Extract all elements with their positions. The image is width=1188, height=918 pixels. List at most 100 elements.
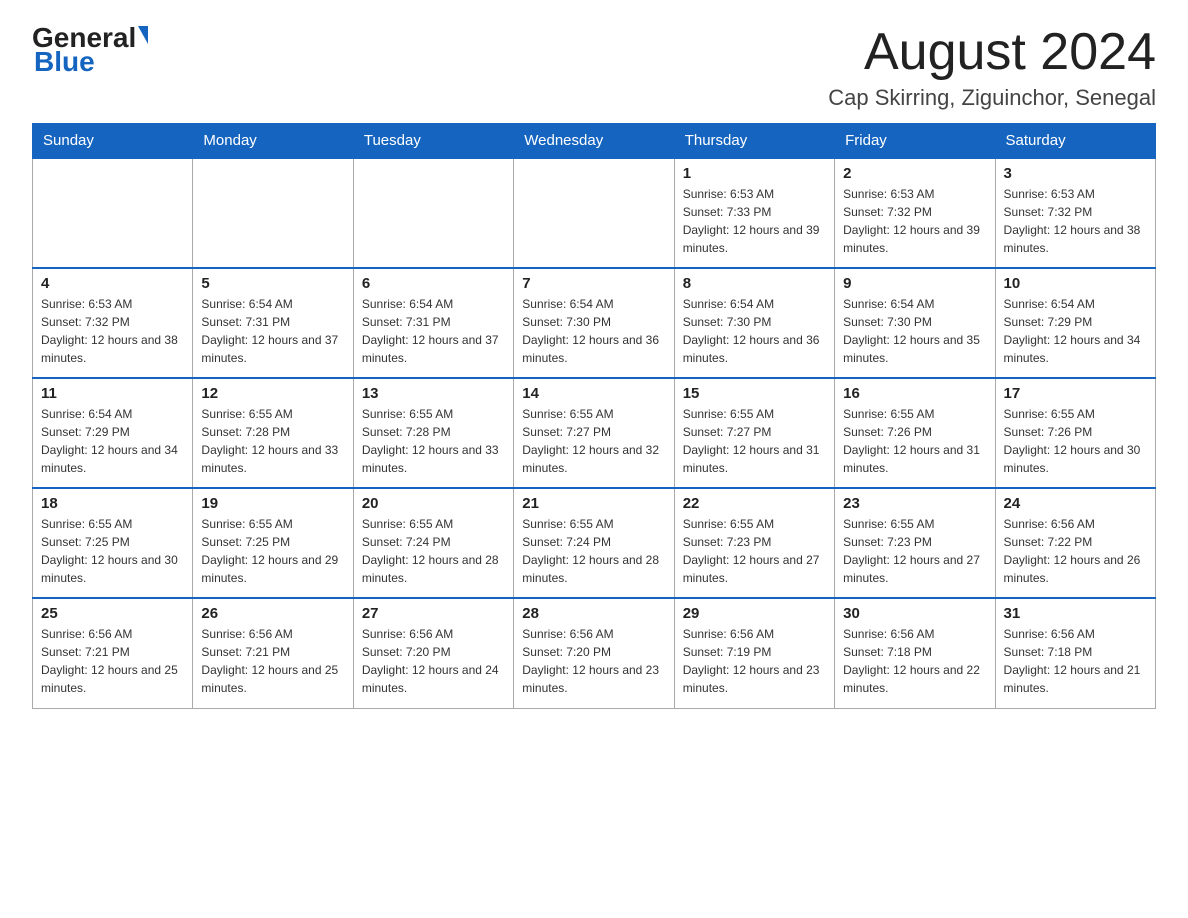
calendar-cell: 19 Sunrise: 6:55 AMSunset: 7:25 PMDayligh…	[193, 488, 353, 598]
logo: General Blue	[32, 24, 148, 76]
day-number: 7	[522, 275, 665, 292]
day-info: Sunrise: 6:54 AMSunset: 7:30 PMDaylight:…	[683, 295, 826, 367]
day-number: 8	[683, 275, 826, 292]
day-info: Sunrise: 6:53 AMSunset: 7:33 PMDaylight:…	[683, 185, 826, 257]
day-number: 5	[201, 275, 344, 292]
calendar-cell: 13 Sunrise: 6:55 AMSunset: 7:28 PMDayligh…	[353, 378, 513, 488]
calendar-cell: 23Sunrise: 6:55 AMSunset: 7:23 PMDayligh…	[835, 488, 995, 598]
day-info: Sunrise: 6:55 AMSunset: 7:24 PMDaylight:…	[522, 515, 665, 587]
day-number: 23	[843, 495, 986, 512]
day-info: Sunrise: 6:53 AMSunset: 7:32 PMDaylight:…	[1004, 185, 1147, 257]
month-title: August 2024	[828, 24, 1156, 81]
calendar-cell	[353, 158, 513, 268]
day-number: 12	[201, 385, 344, 402]
calendar-cell: 25Sunrise: 6:56 AMSunset: 7:21 PMDayligh…	[33, 598, 193, 708]
day-number: 3	[1004, 165, 1147, 182]
calendar-week-row: 11 Sunrise: 6:54 AMSunset: 7:29 PMDayligh…	[33, 378, 1156, 488]
day-info: Sunrise: 6:56 AMSunset: 7:22 PMDaylight:…	[1004, 515, 1147, 587]
calendar-cell: 22Sunrise: 6:55 AMSunset: 7:23 PMDayligh…	[674, 488, 834, 598]
location-title: Cap Skirring, Ziguinchor, Senegal	[828, 85, 1156, 111]
calendar-cell: 24 Sunrise: 6:56 AMSunset: 7:22 PMDayligh…	[995, 488, 1155, 598]
day-number: 22	[683, 495, 826, 512]
calendar-cell: 5 Sunrise: 6:54 AMSunset: 7:31 PMDaylight…	[193, 268, 353, 378]
calendar-cell: 1 Sunrise: 6:53 AMSunset: 7:33 PMDaylight…	[674, 158, 834, 268]
day-number: 27	[362, 605, 505, 622]
calendar-cell: 3 Sunrise: 6:53 AMSunset: 7:32 PMDaylight…	[995, 158, 1155, 268]
day-info: Sunrise: 6:55 AMSunset: 7:25 PMDaylight:…	[41, 515, 184, 587]
day-info: Sunrise: 6:55 AMSunset: 7:26 PMDaylight:…	[843, 405, 986, 477]
calendar-cell	[33, 158, 193, 268]
day-of-week-header-tuesday: Tuesday	[353, 124, 513, 159]
day-number: 10	[1004, 275, 1147, 292]
calendar-cell: 10 Sunrise: 6:54 AMSunset: 7:29 PMDayligh…	[995, 268, 1155, 378]
day-number: 26	[201, 605, 344, 622]
day-number: 11	[41, 385, 184, 402]
day-info: Sunrise: 6:56 AMSunset: 7:19 PMDaylight:…	[683, 625, 826, 697]
day-of-week-header-monday: Monday	[193, 124, 353, 159]
day-info: Sunrise: 6:55 AMSunset: 7:27 PMDaylight:…	[683, 405, 826, 477]
day-info: Sunrise: 6:55 AMSunset: 7:25 PMDaylight:…	[201, 515, 344, 587]
calendar-cell: 28 Sunrise: 6:56 AMSunset: 7:20 PMDayligh…	[514, 598, 674, 708]
calendar-cell: 8 Sunrise: 6:54 AMSunset: 7:30 PMDaylight…	[674, 268, 834, 378]
day-number: 4	[41, 275, 184, 292]
day-info: Sunrise: 6:55 AMSunset: 7:28 PMDaylight:…	[201, 405, 344, 477]
day-number: 9	[843, 275, 986, 292]
day-info: Sunrise: 6:56 AMSunset: 7:20 PMDaylight:…	[362, 625, 505, 697]
day-info: Sunrise: 6:54 AMSunset: 7:31 PMDaylight:…	[362, 295, 505, 367]
calendar-cell: 15 Sunrise: 6:55 AMSunset: 7:27 PMDayligh…	[674, 378, 834, 488]
day-number: 13	[362, 385, 505, 402]
day-info: Sunrise: 6:54 AMSunset: 7:30 PMDaylight:…	[843, 295, 986, 367]
day-info: Sunrise: 6:55 AMSunset: 7:26 PMDaylight:…	[1004, 405, 1147, 477]
calendar-cell: 29Sunrise: 6:56 AMSunset: 7:19 PMDayligh…	[674, 598, 834, 708]
day-number: 28	[522, 605, 665, 622]
calendar-cell: 6Sunrise: 6:54 AMSunset: 7:31 PMDaylight…	[353, 268, 513, 378]
calendar-cell: 18 Sunrise: 6:55 AMSunset: 7:25 PMDayligh…	[33, 488, 193, 598]
day-info: Sunrise: 6:56 AMSunset: 7:20 PMDaylight:…	[522, 625, 665, 697]
day-info: Sunrise: 6:55 AMSunset: 7:28 PMDaylight:…	[362, 405, 505, 477]
calendar-week-row: 18 Sunrise: 6:55 AMSunset: 7:25 PMDayligh…	[33, 488, 1156, 598]
calendar-week-row: 25Sunrise: 6:56 AMSunset: 7:21 PMDayligh…	[33, 598, 1156, 708]
day-number: 19	[201, 495, 344, 512]
title-block: August 2024 Cap Skirring, Ziguinchor, Se…	[828, 24, 1156, 111]
logo-triangle-icon	[138, 26, 148, 44]
day-number: 25	[41, 605, 184, 622]
calendar-cell: 16 Sunrise: 6:55 AMSunset: 7:26 PMDayligh…	[835, 378, 995, 488]
calendar-cell: 2 Sunrise: 6:53 AMSunset: 7:32 PMDaylight…	[835, 158, 995, 268]
day-info: Sunrise: 6:54 AMSunset: 7:29 PMDaylight:…	[41, 405, 184, 477]
day-number: 21	[522, 495, 665, 512]
calendar-cell: 31Sunrise: 6:56 AMSunset: 7:18 PMDayligh…	[995, 598, 1155, 708]
day-info: Sunrise: 6:56 AMSunset: 7:18 PMDaylight:…	[1004, 625, 1147, 697]
day-info: Sunrise: 6:56 AMSunset: 7:18 PMDaylight:…	[843, 625, 986, 697]
day-number: 16	[843, 385, 986, 402]
calendar-cell: 26Sunrise: 6:56 AMSunset: 7:21 PMDayligh…	[193, 598, 353, 708]
calendar-week-row: 1 Sunrise: 6:53 AMSunset: 7:33 PMDaylight…	[33, 158, 1156, 268]
day-info: Sunrise: 6:54 AMSunset: 7:29 PMDaylight:…	[1004, 295, 1147, 367]
day-number: 1	[683, 165, 826, 182]
day-number: 18	[41, 495, 184, 512]
page-header: General Blue August 2024 Cap Skirring, Z…	[32, 24, 1156, 111]
calendar-cell: 7 Sunrise: 6:54 AMSunset: 7:30 PMDaylight…	[514, 268, 674, 378]
day-number: 30	[843, 605, 986, 622]
calendar-cell: 11 Sunrise: 6:54 AMSunset: 7:29 PMDayligh…	[33, 378, 193, 488]
day-number: 14	[522, 385, 665, 402]
day-info: Sunrise: 6:54 AMSunset: 7:31 PMDaylight:…	[201, 295, 344, 367]
day-info: Sunrise: 6:53 AMSunset: 7:32 PMDaylight:…	[41, 295, 184, 367]
day-info: Sunrise: 6:55 AMSunset: 7:27 PMDaylight:…	[522, 405, 665, 477]
day-info: Sunrise: 6:53 AMSunset: 7:32 PMDaylight:…	[843, 185, 986, 257]
day-number: 24	[1004, 495, 1147, 512]
day-of-week-header-sunday: Sunday	[33, 124, 193, 159]
calendar-header-row: SundayMondayTuesdayWednesdayThursdayFrid…	[33, 124, 1156, 159]
calendar-cell: 30 Sunrise: 6:56 AMSunset: 7:18 PMDayligh…	[835, 598, 995, 708]
day-number: 15	[683, 385, 826, 402]
day-number: 2	[843, 165, 986, 182]
day-of-week-header-friday: Friday	[835, 124, 995, 159]
day-number: 20	[362, 495, 505, 512]
logo-blue-text: Blue	[34, 48, 95, 76]
calendar-cell: 21 Sunrise: 6:55 AMSunset: 7:24 PMDayligh…	[514, 488, 674, 598]
calendar-cell: 14 Sunrise: 6:55 AMSunset: 7:27 PMDayligh…	[514, 378, 674, 488]
calendar-cell	[514, 158, 674, 268]
day-info: Sunrise: 6:54 AMSunset: 7:30 PMDaylight:…	[522, 295, 665, 367]
calendar-cell: 9 Sunrise: 6:54 AMSunset: 7:30 PMDaylight…	[835, 268, 995, 378]
day-of-week-header-saturday: Saturday	[995, 124, 1155, 159]
calendar-week-row: 4 Sunrise: 6:53 AMSunset: 7:32 PMDaylight…	[33, 268, 1156, 378]
